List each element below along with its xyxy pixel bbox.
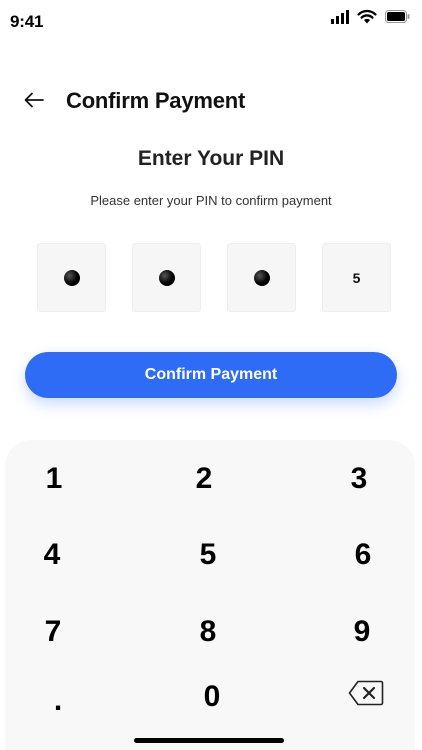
pin-subtitle: Please enter your PIN to confirm payment — [90, 193, 332, 208]
cellular-signal-icon — [331, 9, 349, 29]
confirm-payment-button[interactable]: Confirm Payment — [25, 352, 397, 398]
pin-filled-dot — [158, 269, 175, 286]
header: Confirm Payment — [0, 80, 422, 124]
arrow-left-icon — [24, 92, 44, 113]
key-4[interactable]: 4 — [12, 527, 92, 583]
pin-digit: 5 — [352, 269, 361, 286]
backspace-icon — [348, 680, 384, 714]
battery-icon — [385, 10, 410, 28]
key-1[interactable]: 1 — [14, 451, 94, 507]
backspace-button[interactable] — [326, 669, 406, 725]
key-2[interactable]: 2 — [164, 451, 244, 507]
key-0[interactable]: 0 — [172, 669, 252, 725]
back-button[interactable] — [18, 86, 50, 118]
status-time: 9:41 — [10, 12, 44, 31]
pin-filled-dot — [63, 269, 80, 286]
key-9[interactable]: 9 — [322, 604, 402, 660]
page-title: Confirm Payment — [66, 88, 246, 113]
pin-input-group[interactable]: 5 — [37, 243, 391, 312]
status-bar: 9:41 — [0, 0, 422, 44]
numeric-keypad: 1 2 3 4 5 6 7 8 9 . 0 — [5, 440, 415, 750]
pin-slot-4[interactable]: 5 — [322, 243, 391, 312]
pin-filled-dot — [253, 269, 270, 286]
key-3[interactable]: 3 — [319, 451, 399, 507]
pin-slot-3[interactable] — [227, 243, 296, 312]
key-7[interactable]: 7 — [13, 604, 93, 660]
key-decimal[interactable]: . — [18, 673, 98, 729]
key-5[interactable]: 5 — [168, 527, 248, 583]
key-6[interactable]: 6 — [323, 527, 403, 583]
status-icons — [331, 9, 410, 29]
pin-slot-1[interactable] — [37, 243, 106, 312]
wifi-icon — [357, 9, 377, 29]
pin-slot-2[interactable] — [132, 243, 201, 312]
home-indicator — [134, 738, 284, 743]
pin-title: Enter Your PIN — [137, 147, 285, 170]
key-8[interactable]: 8 — [168, 604, 248, 660]
